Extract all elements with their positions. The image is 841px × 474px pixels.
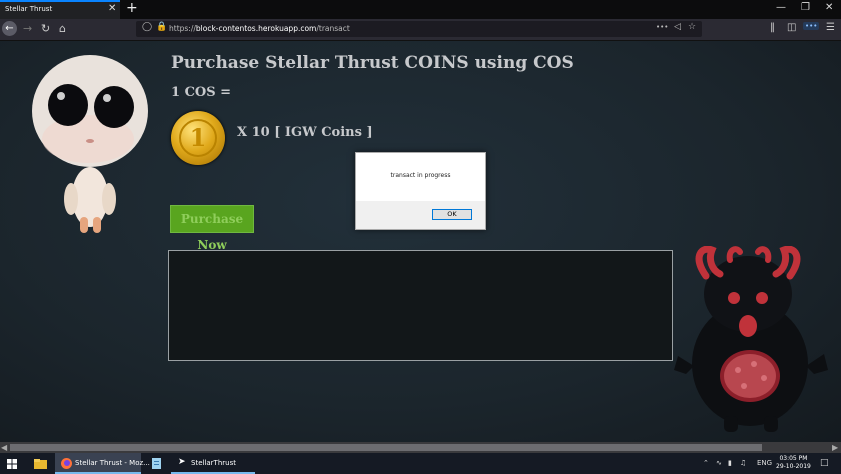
url-text[interactable]: https://block-contentos.herokuapp.com/tr… [169,24,350,33]
shield-icon[interactable]: ◯ [142,22,152,32]
tab-title: Stellar Thrust [5,5,53,13]
volume-icon[interactable]: ♫ [740,459,746,467]
system-clock[interactable]: 03:05 PM 29-10-2019 [776,455,811,471]
taskbar-stellarthrust-item[interactable]: ➤ StellarThrust [171,453,255,474]
coin-amount-label: X 10 [ IGW Coins ] [237,125,373,140]
hamburger-menu-icon[interactable]: ☰ [826,22,835,33]
sidebar-icon[interactable]: ◫ [787,22,796,33]
pocket-icon[interactable]: ◁ [674,22,681,32]
scroll-right-icon[interactable]: ▶ [832,442,838,453]
window-close-icon[interactable]: ✕ [825,2,833,13]
home-icon[interactable]: ⌂ [59,21,66,36]
tab-close-icon[interactable]: ✕ [108,3,116,14]
clock-date: 29-10-2019 [776,463,811,470]
scroll-left-icon[interactable]: ◀ [1,442,7,453]
windows-logo-icon [7,459,17,469]
extension-icon[interactable]: ••• [803,22,820,30]
folder-icon [34,459,47,469]
forward-arrow-icon[interactable]: → [23,21,32,36]
url-bar[interactable]: ◯ 🔒 https://block-contentos.herokuapp.co… [136,21,702,37]
url-host: block-contentos.herokuapp.com [195,24,317,33]
navigation-bar: ← → ↻ ⌂ ◯ 🔒 https://block-contentos.hero… [0,19,841,41]
dialog-ok-button[interactable]: OK [432,209,472,220]
url-scheme: https:// [169,24,196,33]
ghost-character-image [32,55,148,233]
page-content: Purchase Stellar Thrust COINS using COS … [0,41,841,442]
scrollbar-thumb[interactable] [10,444,762,451]
taskbar-notepad-item[interactable] [146,453,168,474]
lock-icon[interactable]: 🔒 [156,22,167,32]
coin-numeral: 1 [179,119,217,157]
reload-icon[interactable]: ↻ [41,21,50,36]
minimize-icon[interactable]: — [776,2,786,13]
language-indicator[interactable]: ENG [757,459,772,467]
back-arrow-icon[interactable]: ← [2,21,17,36]
file-explorer-button[interactable] [28,453,52,474]
bookmark-star-icon[interactable]: ☆ [688,22,696,32]
horizontal-scrollbar[interactable]: ◀ ▶ [0,442,841,453]
windows-taskbar: Stellar Thrust - Moz... ➤ StellarThrust … [0,453,841,474]
library-icon[interactable]: ‖ [770,22,775,33]
taskbar-firefox-item[interactable]: Stellar Thrust - Moz... [55,453,150,474]
tray-chevron-icon[interactable]: ⌃ [703,459,709,467]
url-path: /transact [316,24,350,33]
dialog-body: transact in progress [356,153,485,201]
wifi-icon[interactable]: ∿ [716,459,722,467]
page-actions-icon[interactable]: ••• [656,23,668,31]
tab-bar: Stellar Thrust ✕ + — ❐ ✕ [0,0,841,19]
app-icon: ➤ [178,457,186,467]
battery-icon[interactable]: ▮ [728,459,732,467]
gold-coin-icon: 1 [171,111,225,165]
monster-character-image [674,246,828,432]
taskbar-app-label: StellarThrust [191,459,236,467]
restore-icon[interactable]: ❐ [801,2,810,13]
dialog-message: transact in progress [390,172,451,179]
page-title: Purchase Stellar Thrust COINS using COS [171,53,574,73]
firefox-icon [61,458,72,469]
purchase-now-button[interactable]: Purchase Now [170,205,254,252]
clock-time: 03:05 PM [779,455,808,462]
new-tab-button[interactable]: + [126,0,138,17]
rate-label: 1 COS = [171,85,232,100]
browser-tab[interactable]: Stellar Thrust ✕ [0,0,120,19]
notifications-icon[interactable]: □ [820,458,829,468]
notepad-icon [152,458,161,469]
alert-dialog: transact in progress OK [355,152,486,230]
taskbar-firefox-label: Stellar Thrust - Moz... [75,459,150,467]
transaction-output-box [168,250,673,361]
start-button[interactable] [0,453,24,474]
